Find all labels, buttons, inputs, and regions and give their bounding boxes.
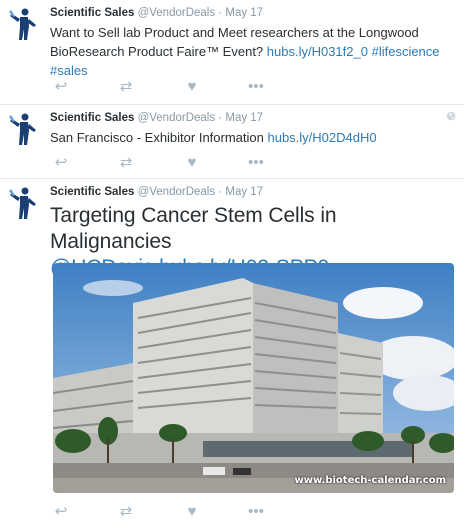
retweet-icon[interactable]: ⇄	[115, 155, 137, 171]
retweet-icon[interactable]: ⇄	[115, 504, 137, 520]
tweet-date[interactable]: May 17	[225, 186, 263, 198]
tweet-body: San Francisco - Exhibitor Information	[50, 130, 268, 145]
tweet-actions: ↩ ⇄ ♥ •••	[50, 155, 310, 171]
tweet-actions: ↩ ⇄ ♥ •••	[50, 504, 310, 520]
tweet-body: Targeting Cancer Stem Cells in Malignanc…	[50, 204, 337, 253]
scientist-logo-icon[interactable]	[8, 185, 40, 221]
reply-icon[interactable]: ↩	[50, 79, 72, 95]
hashtag-link[interactable]: #lifescience	[372, 44, 440, 59]
tweet-text: Want to Sell lab Product and Meet resear…	[50, 23, 454, 80]
author-name[interactable]: Scientific Sales	[50, 112, 134, 124]
tweet-link[interactable]: hubs.ly/H02D4dH0	[267, 130, 376, 145]
tweet[interactable]: Scientific Sales @VendorDeals · May 17 S…	[0, 105, 464, 179]
more-dots-icon[interactable]: •••	[245, 155, 267, 171]
separator: ·	[218, 7, 223, 19]
heart-icon[interactable]: ♥	[181, 504, 203, 520]
separator: ·	[218, 186, 223, 198]
author-handle[interactable]: @VendorDeals	[138, 186, 216, 198]
tweet-content: Scientific Sales @VendorDeals · May 17 S…	[50, 111, 454, 147]
author-name[interactable]: Scientific Sales	[50, 186, 134, 198]
tweet[interactable]: Scientific Sales @VendorDeals · May 17 T…	[0, 179, 464, 528]
heart-icon[interactable]: ♥	[181, 79, 203, 95]
more-dots-icon[interactable]: •••	[245, 504, 267, 520]
tweet-date[interactable]: May 17	[225, 112, 263, 124]
hashtag-link[interactable]: #sales	[50, 63, 88, 78]
tweet-text: San Francisco - Exhibitor Information hu…	[50, 128, 454, 147]
reply-icon[interactable]: ↩	[50, 504, 72, 520]
author-handle[interactable]: @VendorDeals	[138, 112, 216, 124]
tweet-actions: ↩ ⇄ ♥ •••	[50, 79, 310, 95]
scientist-logo-icon[interactable]	[8, 6, 40, 42]
tweet-date[interactable]: May 17	[225, 7, 263, 19]
more-dots-icon[interactable]: •••	[245, 79, 267, 95]
tweet[interactable]: Scientific Sales @VendorDeals · May 17 W…	[0, 0, 464, 105]
scientist-logo-icon[interactable]	[8, 111, 40, 147]
retweet-icon[interactable]: ⇄	[115, 79, 137, 95]
reply-icon[interactable]: ↩	[50, 155, 72, 171]
tweet-photo[interactable]: www.biotech-calendar.com	[53, 263, 454, 493]
tweet-content: Scientific Sales @VendorDeals · May 17 W…	[50, 6, 454, 80]
author-handle[interactable]: @VendorDeals	[138, 7, 216, 19]
tweet-header: Scientific Sales @VendorDeals · May 17	[50, 111, 454, 126]
separator: ·	[218, 112, 223, 124]
tweet-feed: Scientific Sales @VendorDeals · May 17 W…	[0, 0, 464, 528]
tweet-header: Scientific Sales @VendorDeals · May 17	[50, 6, 454, 21]
globe-icon	[446, 111, 456, 121]
tweet-header: Scientific Sales @VendorDeals · May 17	[50, 185, 454, 200]
tweet-link[interactable]: hubs.ly/H031f2_0	[267, 44, 368, 59]
image-watermark: www.biotech-calendar.com	[294, 475, 446, 486]
author-name[interactable]: Scientific Sales	[50, 7, 134, 19]
heart-icon[interactable]: ♥	[181, 155, 203, 171]
hospital-building-image	[53, 263, 454, 493]
